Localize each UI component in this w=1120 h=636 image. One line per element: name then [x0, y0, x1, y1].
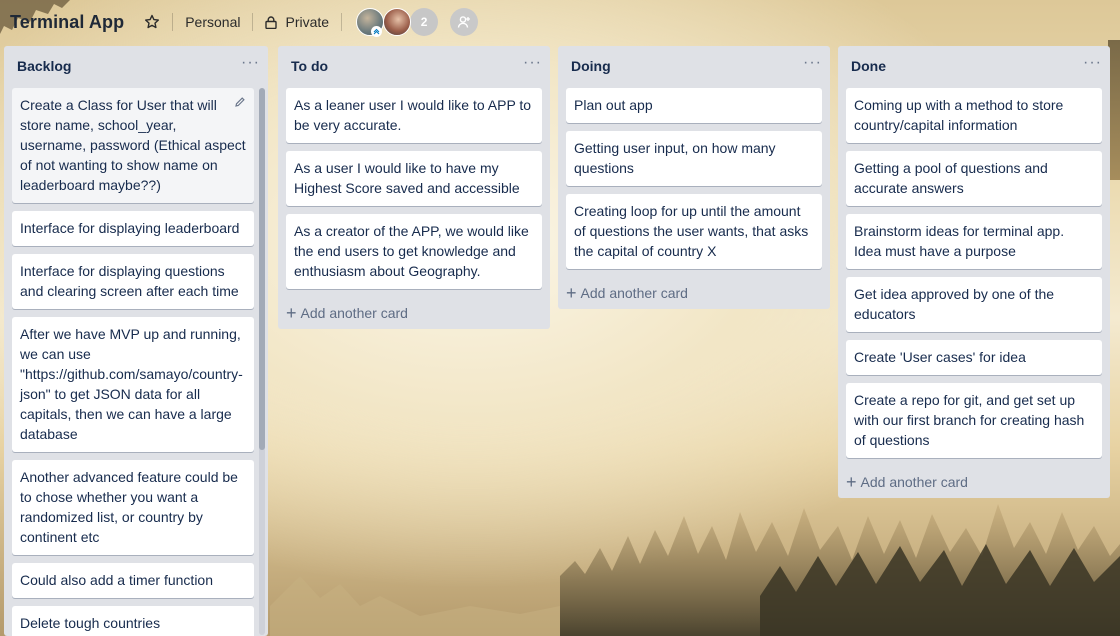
- list-scrollbar[interactable]: [259, 88, 265, 635]
- invite-member-button[interactable]: [450, 8, 479, 36]
- more-horizontal-icon[interactable]: ···: [803, 55, 822, 77]
- card-title: Brainstorm ideas for terminal app. Idea …: [854, 223, 1065, 259]
- admin-badge-icon: [371, 26, 383, 37]
- card-list: Coming up with a method to store country…: [838, 86, 1110, 458]
- add-card-button[interactable]: + Add another card: [278, 297, 550, 329]
- plus-icon: +: [286, 303, 297, 323]
- card-title: After we have MVP up and running, we can…: [20, 326, 243, 442]
- card[interactable]: Another advanced feature could be to cho…: [12, 460, 254, 555]
- card[interactable]: Coming up with a method to store country…: [846, 88, 1102, 143]
- list-header: Done ···: [838, 46, 1110, 86]
- card-title: Create 'User cases' for idea: [854, 349, 1026, 365]
- board-title[interactable]: Terminal App: [10, 12, 124, 33]
- card-title: Create a Class for User that will store …: [20, 97, 246, 193]
- list-title[interactable]: Done: [851, 58, 886, 74]
- more-horizontal-icon[interactable]: ···: [523, 55, 542, 77]
- card-list: Create a Class for User that will store …: [4, 86, 268, 636]
- pencil-icon[interactable]: [234, 96, 246, 108]
- list-header: To do ···: [278, 46, 550, 86]
- card[interactable]: Getting a pool of questions and accurate…: [846, 151, 1102, 206]
- visibility-label: Private: [285, 14, 330, 30]
- card[interactable]: Creating loop for up until the amount of…: [566, 194, 822, 269]
- list-title[interactable]: Backlog: [17, 58, 71, 74]
- scrollbar-thumb[interactable]: [259, 88, 265, 450]
- more-horizontal-icon[interactable]: ···: [1083, 55, 1102, 77]
- list-done: Done ··· Coming up with a method to stor…: [838, 46, 1110, 498]
- star-icon[interactable]: [144, 14, 160, 30]
- card[interactable]: Getting user input, on how many question…: [566, 131, 822, 186]
- add-card-label: Add another card: [580, 285, 688, 301]
- add-card-button[interactable]: + Add another card: [838, 466, 1110, 498]
- visibility-button[interactable]: Private: [265, 14, 329, 30]
- list-doing: Doing ··· Plan out app Getting user inpu…: [558, 46, 830, 309]
- card-title: Could also add a timer function: [20, 572, 213, 588]
- card-title: As a leaner user I would like to APP to …: [294, 97, 532, 133]
- card[interactable]: Delete tough countries: [12, 606, 254, 636]
- card[interactable]: As a leaner user I would like to APP to …: [286, 88, 542, 143]
- card-title: Plan out app: [574, 97, 653, 113]
- header-divider: [252, 13, 254, 31]
- header-divider: [172, 13, 174, 31]
- card[interactable]: As a creator of the APP, we would like t…: [286, 214, 542, 289]
- card-title: Delete tough countries: [20, 615, 161, 631]
- card-list: Plan out app Getting user input, on how …: [558, 86, 830, 269]
- member-avatar[interactable]: [383, 8, 412, 36]
- list-to-do: To do ··· As a leaner user I would like …: [278, 46, 550, 329]
- card-title: Creating loop for up until the amount of…: [574, 203, 809, 259]
- list-header: Backlog ···: [4, 46, 268, 86]
- board-header: Terminal App Personal Private 2: [0, 0, 1120, 44]
- header-divider: [341, 13, 343, 31]
- more-horizontal-icon[interactable]: ···: [241, 55, 260, 77]
- card[interactable]: Create 'User cases' for idea: [846, 340, 1102, 375]
- list-backlog: Backlog ··· Create a Class for User that…: [4, 46, 268, 636]
- list-header: Doing ···: [558, 46, 830, 86]
- card-title: Getting user input, on how many question…: [574, 140, 776, 176]
- card[interactable]: Interface for displaying questions and c…: [12, 254, 254, 309]
- card-title: Interface for displaying leaderboard: [20, 220, 240, 236]
- add-card-label: Add another card: [300, 305, 408, 321]
- card-title: Getting a pool of questions and accurate…: [854, 160, 1048, 196]
- card[interactable]: Plan out app: [566, 88, 822, 123]
- card-title: Another advanced feature could be to cho…: [20, 469, 238, 545]
- member-count-badge[interactable]: 2: [410, 8, 439, 36]
- plus-icon: +: [566, 283, 577, 303]
- add-card-button[interactable]: + Add another card: [558, 277, 830, 309]
- card[interactable]: Create a Class for User that will store …: [12, 88, 254, 203]
- list-title[interactable]: Doing: [571, 58, 611, 74]
- card[interactable]: After we have MVP up and running, we can…: [12, 317, 254, 452]
- add-card-label: Add another card: [860, 474, 968, 490]
- list-title[interactable]: To do: [291, 58, 328, 74]
- card[interactable]: Create a repo for git, and get set up wi…: [846, 383, 1102, 458]
- lock-icon: [265, 15, 278, 29]
- card-title: Coming up with a method to store country…: [854, 97, 1064, 133]
- card[interactable]: As a user I would like to have my Highes…: [286, 151, 542, 206]
- board-members: 2: [356, 8, 439, 37]
- card-title: As a user I would like to have my Highes…: [294, 160, 520, 196]
- card[interactable]: Could also add a timer function: [12, 563, 254, 598]
- card-title: Get idea approved by one of the educator…: [854, 286, 1055, 322]
- card[interactable]: Get idea approved by one of the educator…: [846, 277, 1102, 332]
- plus-icon: +: [846, 472, 857, 492]
- member-avatar[interactable]: [356, 8, 385, 37]
- add-member-icon: [457, 16, 471, 28]
- board-canvas: Backlog ··· Create a Class for User that…: [0, 46, 1120, 636]
- card-list: As a leaner user I would like to APP to …: [278, 86, 550, 289]
- card[interactable]: Interface for displaying leaderboard: [12, 211, 254, 246]
- card[interactable]: Brainstorm ideas for terminal app. Idea …: [846, 214, 1102, 269]
- card-title: Interface for displaying questions and c…: [20, 263, 239, 299]
- card-title: Create a repo for git, and get set up wi…: [854, 392, 1085, 448]
- card-title: As a creator of the APP, we would like t…: [294, 223, 529, 279]
- team-button[interactable]: Personal: [185, 14, 240, 30]
